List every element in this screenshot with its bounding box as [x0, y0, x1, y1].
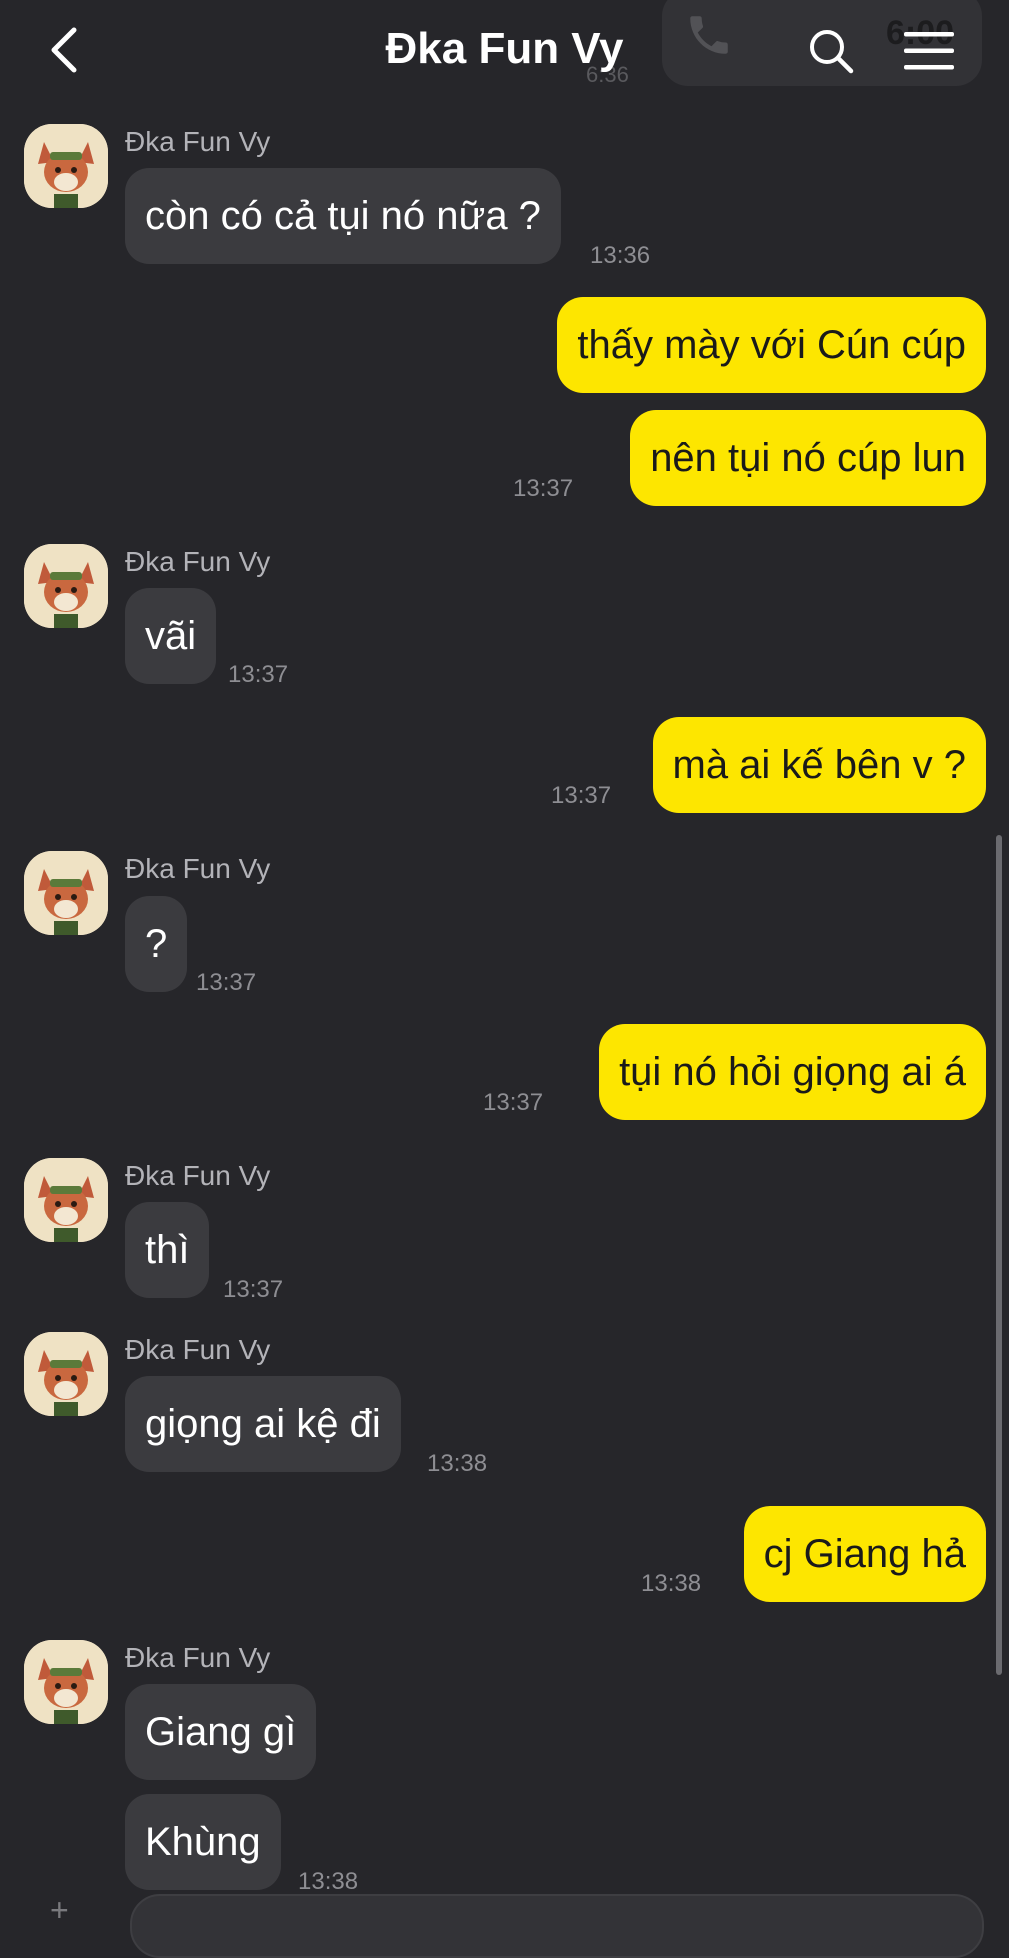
outgoing-message-bubble[interactable]: cj Giang hả	[743, 1506, 986, 1602]
message-timestamp: 13:37	[483, 1089, 544, 1116]
outgoing-message-bubble[interactable]: thấy mày với Cún cúp	[557, 297, 986, 393]
message-timestamp: 13:37	[223, 1276, 284, 1303]
incoming-message-bubble[interactable]: ?	[125, 896, 188, 992]
fox-avatar-icon	[24, 124, 108, 208]
avatar[interactable]	[24, 1158, 108, 1242]
fox-avatar-icon	[24, 1640, 108, 1724]
message-timestamp: 13:38	[298, 1868, 359, 1895]
plus-icon[interactable]: +	[50, 1892, 69, 1929]
message-timestamp: 13:38	[641, 1570, 702, 1597]
sender-name: Đka Fun Vy	[125, 1334, 271, 1365]
message-timestamp: 13:37	[228, 661, 289, 688]
search-icon	[810, 30, 854, 74]
incoming-message-bubble[interactable]: thì	[125, 1202, 210, 1298]
fox-avatar-icon	[24, 544, 108, 628]
incoming-message-bubble[interactable]: Giang gì	[125, 1684, 317, 1780]
chat-header: 6:00 6:36 Đka Fun Vy	[0, 0, 1009, 100]
outgoing-message-bubble[interactable]: nên tụi nó cúp lun	[630, 410, 986, 506]
outgoing-message-bubble[interactable]: mà ai kế bên v ?	[652, 717, 986, 813]
message-timestamp: 13:37	[196, 969, 257, 996]
incoming-message-bubble[interactable]: Khùng	[125, 1794, 281, 1890]
avatar[interactable]	[24, 544, 108, 628]
sender-name: Đka Fun Vy	[125, 126, 271, 157]
fox-avatar-icon	[24, 1158, 108, 1242]
fox-avatar-icon	[24, 851, 108, 935]
sender-name: Đka Fun Vy	[125, 1642, 271, 1673]
sender-name: Đka Fun Vy	[125, 1160, 271, 1191]
message-timestamp: 13:36	[590, 242, 651, 269]
sender-name: Đka Fun Vy	[125, 853, 271, 884]
message-input[interactable]	[130, 1894, 984, 1958]
message-timestamp: 13:37	[551, 782, 612, 809]
message-timestamp: 13:37	[513, 475, 574, 502]
avatar[interactable]	[24, 1332, 108, 1416]
fox-avatar-icon	[24, 1332, 108, 1416]
incoming-message-bubble[interactable]: giọng ai kệ đi	[125, 1376, 401, 1472]
chat-title: Đka Fun Vy	[385, 24, 624, 73]
incoming-message-bubble[interactable]: vãi	[125, 588, 217, 684]
avatar[interactable]	[24, 1640, 108, 1724]
avatar[interactable]	[24, 124, 108, 208]
outgoing-message-bubble[interactable]: tụi nó hỏi giọng ai á	[599, 1024, 986, 1120]
incoming-message-bubble[interactable]: còn có cả tụi nó nữa ?	[125, 168, 561, 264]
menu-button[interactable]	[904, 30, 954, 72]
search-button[interactable]	[808, 28, 854, 74]
sender-name: Đka Fun Vy	[125, 546, 271, 577]
scrollbar[interactable]	[996, 835, 1002, 1675]
menu-icon	[904, 32, 954, 70]
avatar[interactable]	[24, 851, 108, 935]
message-timestamp: 13:38	[427, 1450, 488, 1477]
